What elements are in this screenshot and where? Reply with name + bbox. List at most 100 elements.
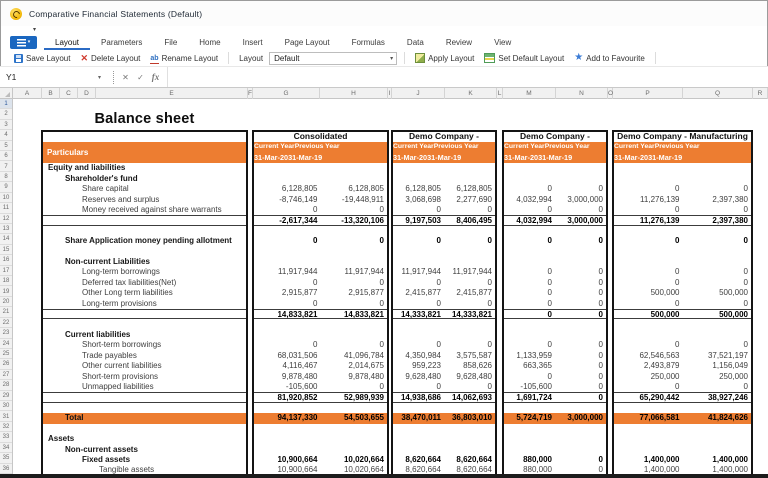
row-label-current-liabilities[interactable]: Current liabilities: [43, 330, 246, 340]
cell-value[interactable]: 0: [504, 288, 555, 298]
cell-value[interactable]: 0: [555, 340, 606, 350]
value-row-25[interactable]: 68,031,50641,096,784: [254, 351, 387, 361]
cell-value[interactable]: 0: [555, 278, 606, 288]
cell-value[interactable]: 9,878,480: [321, 372, 388, 382]
row-header-10[interactable]: 10: [0, 193, 12, 203]
value-row-14[interactable]: 00: [393, 236, 495, 246]
value-row-24[interactable]: 00: [254, 340, 387, 350]
add-to-favourite-button[interactable]: Add to Favourite: [571, 53, 648, 63]
cell-value[interactable]: 0: [683, 184, 752, 194]
value-row-17[interactable]: 11,917,94411,917,944: [254, 267, 387, 277]
value-row-12[interactable]: 11,276,1392,397,380: [614, 215, 751, 225]
cell-value[interactable]: 0: [504, 372, 555, 382]
cell-value[interactable]: 11,917,944: [444, 267, 495, 277]
cell-value[interactable]: 0: [555, 372, 606, 382]
value-row-25[interactable]: 1,133,9590: [504, 351, 606, 361]
row-label-money-received-against-share-warrants[interactable]: Money received against share warrants: [43, 205, 246, 215]
value-row-20[interactable]: 00: [614, 299, 751, 309]
cell-value[interactable]: 500,000: [614, 288, 683, 298]
row-header-16[interactable]: 16: [0, 255, 12, 265]
cell-value[interactable]: 0: [393, 278, 444, 288]
ribbon-tab-page-layout[interactable]: Page Layout: [274, 38, 341, 50]
column-header-r[interactable]: R: [753, 88, 768, 99]
value-row-10[interactable]: 3,068,6982,277,690: [393, 195, 495, 205]
column-header-q[interactable]: Q: [683, 88, 753, 99]
column-header-h[interactable]: H: [320, 88, 388, 99]
cell-value[interactable]: 2,014,675: [321, 361, 388, 371]
row-label-non-current-assets[interactable]: Non-current assets: [43, 445, 246, 455]
row-header-22[interactable]: 22: [0, 318, 12, 328]
cell-value[interactable]: 8,620,664: [393, 455, 444, 465]
row-header-12[interactable]: 12: [0, 214, 12, 224]
cell-value[interactable]: 1,400,000: [683, 455, 752, 465]
row-label-non-current-liabilities[interactable]: Non-current Liabilities: [43, 257, 246, 267]
cell-value[interactable]: 0: [504, 236, 555, 246]
ribbon-tab-layout[interactable]: Layout: [44, 38, 90, 50]
cell-value[interactable]: -19,448,911: [321, 195, 388, 205]
row-header-18[interactable]: 18: [0, 276, 12, 286]
value-row-27[interactable]: 9,878,4809,878,480: [254, 372, 387, 382]
value-row-10[interactable]: 4,032,9943,000,000: [504, 195, 606, 205]
cell-value[interactable]: 0: [555, 288, 606, 298]
value-row-21[interactable]: 14,833,82114,833,821: [254, 309, 387, 319]
value-row-19[interactable]: 500,000500,000: [614, 288, 751, 298]
value-row-12[interactable]: 9,197,5038,406,495: [393, 215, 495, 225]
cell-value[interactable]: 0: [555, 205, 606, 215]
year-dates[interactable]: 31-Mar-2031-Mar-19: [504, 153, 606, 163]
cell-value[interactable]: 10,900,664: [254, 455, 321, 465]
value-row-31[interactable]: 77,066,58141,824,626: [614, 413, 751, 423]
cell-value[interactable]: 3,000,000: [555, 413, 606, 423]
cell-value[interactable]: 4,032,994: [504, 195, 555, 205]
cell-value[interactable]: 6,128,805: [444, 184, 495, 194]
cell-value[interactable]: 0: [614, 184, 683, 194]
year-labels[interactable]: Current YearPrevious Year: [254, 142, 387, 152]
ribbon-tab-home[interactable]: Home: [188, 38, 231, 50]
value-row-35[interactable]: 8,620,6648,620,664: [393, 455, 495, 465]
cell-value[interactable]: 0: [614, 205, 683, 215]
cell-value[interactable]: 0: [614, 299, 683, 309]
row-header-32[interactable]: 32: [0, 422, 12, 432]
cell-value[interactable]: 65,290,442: [614, 393, 683, 401]
cell-value[interactable]: 14,833,821: [321, 310, 388, 318]
cell-value[interactable]: 52,989,939: [321, 393, 388, 401]
year-dates[interactable]: 31-Mar-2031-Mar-19: [254, 153, 387, 163]
row-header-35[interactable]: 35: [0, 453, 12, 463]
cell-value[interactable]: 0: [504, 267, 555, 277]
cell-value[interactable]: 250,000: [614, 372, 683, 382]
cell-value[interactable]: 0: [444, 278, 495, 288]
cell-value[interactable]: 8,406,495: [444, 216, 495, 224]
cell-value[interactable]: 14,333,821: [444, 310, 495, 318]
set-default-layout-button[interactable]: Set Default Layout: [481, 53, 567, 63]
cell-value[interactable]: 62,546,563: [614, 351, 683, 361]
cell-value[interactable]: 2,415,877: [444, 288, 495, 298]
value-row-24[interactable]: 00: [504, 340, 606, 350]
formula-input[interactable]: [167, 67, 768, 87]
value-row-26[interactable]: 663,3650: [504, 361, 606, 371]
row-label-long-term-borrowings[interactable]: Long-term borrowings: [43, 267, 246, 277]
row-label-other-current-liabilities[interactable]: Other current liabilities: [43, 361, 246, 371]
cell-value[interactable]: -13,320,106: [321, 216, 388, 224]
value-row-18[interactable]: 00: [254, 278, 387, 288]
value-row-21[interactable]: 00: [504, 309, 606, 319]
value-row-29[interactable]: 1,691,7240: [504, 392, 606, 402]
row-label-equity-and-liabilities[interactable]: Equity and liabilities: [43, 163, 246, 173]
value-row-28[interactable]: -105,6000: [504, 382, 606, 392]
value-row-18[interactable]: 00: [393, 278, 495, 288]
cell-value[interactable]: 0: [614, 267, 683, 277]
cell-value[interactable]: 3,575,587: [444, 351, 495, 361]
cell-value[interactable]: 663,365: [504, 361, 555, 371]
cell-value[interactable]: 0: [614, 236, 683, 246]
ribbon-tab-formulas[interactable]: Formulas: [341, 38, 396, 50]
enter-button[interactable]: ✓: [133, 67, 148, 87]
cell-value[interactable]: 0: [555, 382, 606, 392]
value-row-20[interactable]: 00: [393, 299, 495, 309]
row-label-other-long-term-liabilities[interactable]: Other Long term liabilities: [43, 288, 246, 298]
ribbon-menu-button[interactable]: ▾: [10, 36, 37, 49]
value-row-27[interactable]: 250,000250,000: [614, 372, 751, 382]
row-label-shareholder-s-fund[interactable]: Shareholder's fund: [43, 174, 246, 184]
column-header-b[interactable]: B: [42, 88, 60, 99]
cell-value[interactable]: 0: [555, 299, 606, 309]
row-header-1[interactable]: 1: [0, 99, 12, 109]
cell-value[interactable]: 14,062,693: [444, 393, 495, 401]
year-dates[interactable]: 31-Mar-2031-Mar-19: [614, 153, 751, 163]
